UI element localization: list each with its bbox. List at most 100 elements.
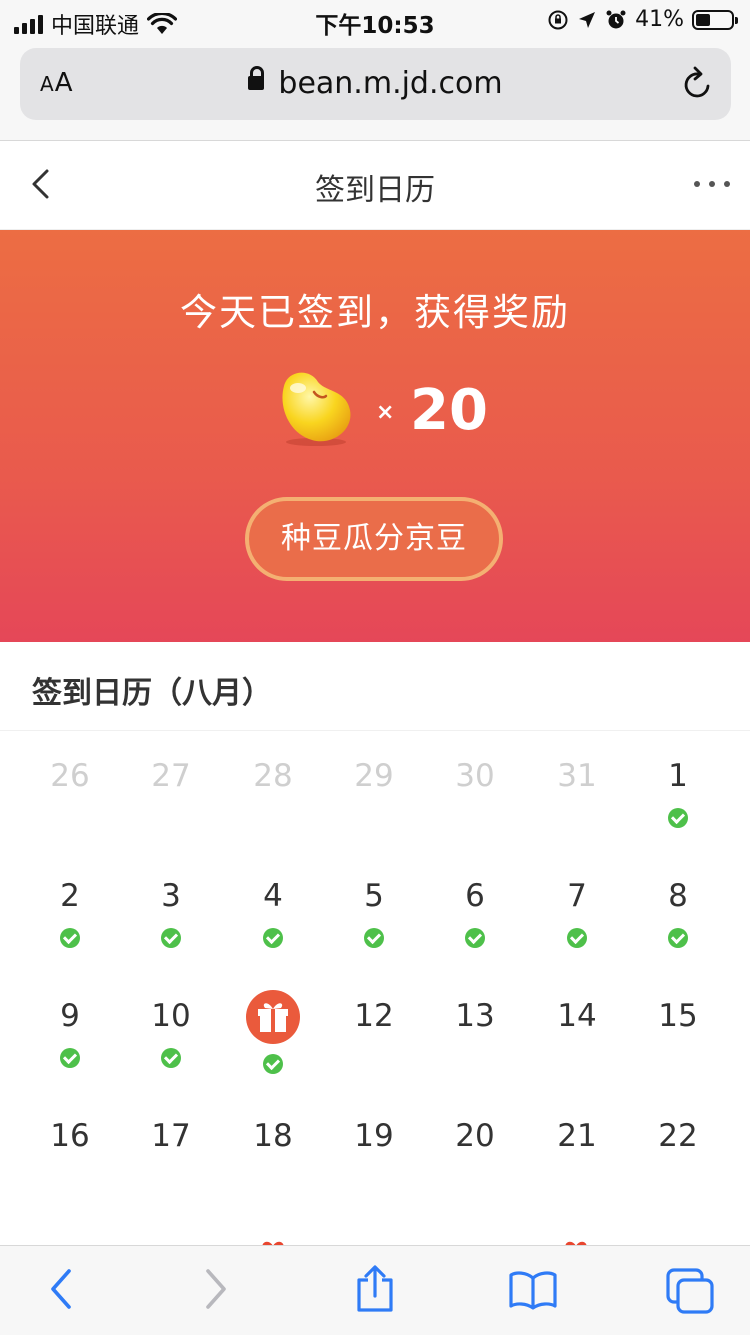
url-field[interactable]: bean.m.jd.com — [20, 65, 731, 101]
calendar-day[interactable]: 12 — [324, 970, 424, 1090]
forward-arrow-icon[interactable] — [200, 1266, 232, 1312]
checked-icon — [263, 1054, 283, 1074]
signin-banner: 今天已签到，获得奖励 × 20 种豆瓜分京豆 — [0, 230, 750, 642]
checked-icon — [668, 928, 688, 948]
checked-icon — [465, 928, 485, 948]
calendar-day[interactable]: 2 — [20, 850, 120, 970]
plant-beans-button[interactable]: 种豆瓜分京豆 — [245, 497, 503, 581]
calendar-day[interactable]: 10 — [121, 970, 221, 1090]
reward-amount: 20 — [410, 378, 488, 443]
calendar-week-row: 16 17 18 19 20 21 22 — [0, 1090, 750, 1210]
calendar-day-number: 13 — [455, 998, 495, 1034]
share-icon[interactable] — [354, 1264, 396, 1314]
calendar-day-number: 26 — [50, 758, 90, 794]
page-header: 签到日历 — [0, 141, 750, 230]
more-menu-button[interactable] — [694, 181, 730, 187]
calendar-day[interactable]: 21 — [527, 1090, 627, 1210]
rotation-lock-icon — [548, 10, 568, 29]
calendar-week-row: 26 27 28 29 30 31 1 — [0, 730, 750, 850]
back-arrow-icon[interactable] — [45, 1266, 77, 1312]
location-icon — [579, 11, 596, 28]
calendar-day[interactable]: 29 — [324, 730, 424, 850]
calendar-day[interactable]: 17 — [121, 1090, 221, 1210]
checked-icon — [161, 1048, 181, 1068]
calendar-week-row: 9 10 12 13 14 15 — [0, 970, 750, 1090]
checked-icon — [567, 928, 587, 948]
jd-bean-icon — [282, 372, 351, 446]
reload-icon[interactable] — [681, 66, 715, 102]
status-right: 41% — [547, 7, 738, 32]
gift-icon[interactable] — [246, 990, 300, 1044]
url-text: bean.m.jd.com — [278, 66, 503, 101]
calendar-day[interactable]: 6 — [425, 850, 525, 970]
calendar-day-number: 22 — [658, 1118, 698, 1154]
more-dot-icon — [724, 181, 730, 187]
calendar-day-number: 20 — [455, 1118, 495, 1154]
browser-toolbar — [0, 1245, 750, 1335]
calendar-title: 签到日历（八月） — [32, 676, 272, 711]
calendar-grid: 26 27 28 29 30 31 1 2 3 4 5 6 7 8 9 10 12 13 14 15 16 17 18 19 2… — [0, 730, 750, 1210]
status-bar: 中国联通 下午10:53 41% — [0, 0, 750, 42]
calendar-day-number: 3 — [161, 878, 181, 914]
calendar-day[interactable]: 27 — [121, 730, 221, 850]
calendar-day-number: 15 — [658, 998, 698, 1034]
calendar-day-number: 21 — [557, 1118, 597, 1154]
calendar-day[interactable]: 9 — [20, 970, 120, 1090]
calendar-day[interactable]: 3 — [121, 850, 221, 970]
calendar-day-number: 2 — [60, 878, 80, 914]
calendar-day-number: 10 — [151, 998, 191, 1034]
calendar-day[interactable]: 8 — [628, 850, 728, 970]
banner-title: 今天已签到，获得奖励 — [180, 291, 570, 334]
calendar-day[interactable]: 16 — [20, 1090, 120, 1210]
checked-icon — [263, 928, 283, 948]
calendar-day[interactable] — [223, 970, 323, 1090]
calendar-day[interactable]: 30 — [425, 730, 525, 850]
calendar-day-number: 8 — [668, 878, 688, 914]
bookmarks-icon[interactable] — [508, 1270, 558, 1310]
calendar-day-number: 7 — [567, 878, 587, 914]
calendar-day-number: 30 — [455, 758, 495, 794]
checked-icon — [60, 1048, 80, 1068]
browser-chrome: AA bean.m.jd.com — [0, 42, 750, 141]
tabs-icon[interactable] — [664, 1266, 716, 1316]
calendar-day-number: 14 — [557, 998, 597, 1034]
times-symbol: × — [376, 400, 395, 425]
calendar-day[interactable]: 28 — [223, 730, 323, 850]
battery-icon — [692, 9, 738, 30]
calendar-day-number: 16 — [50, 1118, 90, 1154]
calendar-day[interactable]: 4 — [223, 850, 323, 970]
calendar-header: 签到日历（八月） — [0, 642, 750, 731]
calendar-day[interactable]: 7 — [527, 850, 627, 970]
calendar-day[interactable]: 15 — [628, 970, 728, 1090]
checked-icon — [364, 928, 384, 948]
calendar-day-number: 1 — [668, 758, 688, 794]
calendar-day[interactable]: 14 — [527, 970, 627, 1090]
calendar-day[interactable]: 26 — [20, 730, 120, 850]
calendar-day-number: 18 — [253, 1118, 293, 1154]
checked-icon — [60, 928, 80, 948]
more-dot-icon — [694, 181, 700, 187]
calendar-day[interactable]: 1 — [628, 730, 728, 850]
calendar-day-number: 28 — [253, 758, 293, 794]
calendar-day-number: 6 — [465, 878, 485, 914]
calendar-day[interactable]: 5 — [324, 850, 424, 970]
calendar-day[interactable]: 18 — [223, 1090, 323, 1210]
calendar-day-number: 29 — [354, 758, 394, 794]
calendar-day-number: 27 — [151, 758, 191, 794]
page-title: 签到日历 — [315, 173, 435, 208]
calendar-day[interactable]: 31 — [527, 730, 627, 850]
calendar-week-row: 2 3 4 5 6 7 8 — [0, 850, 750, 970]
checked-icon — [161, 928, 181, 948]
calendar-day[interactable]: 20 — [425, 1090, 525, 1210]
calendar-day[interactable]: 19 — [324, 1090, 424, 1210]
address-bar[interactable]: AA bean.m.jd.com — [20, 48, 731, 120]
calendar-day[interactable]: 13 — [425, 970, 525, 1090]
calendar-day-number: 31 — [557, 758, 597, 794]
calendar-day-number: 5 — [364, 878, 384, 914]
lock-icon — [248, 65, 265, 90]
calendar-day[interactable]: 22 — [628, 1090, 728, 1210]
alarm-icon — [606, 10, 626, 28]
calendar-day-number: 4 — [263, 878, 283, 914]
calendar-day-number: 19 — [354, 1118, 394, 1154]
calendar-day-number: 9 — [60, 998, 80, 1034]
